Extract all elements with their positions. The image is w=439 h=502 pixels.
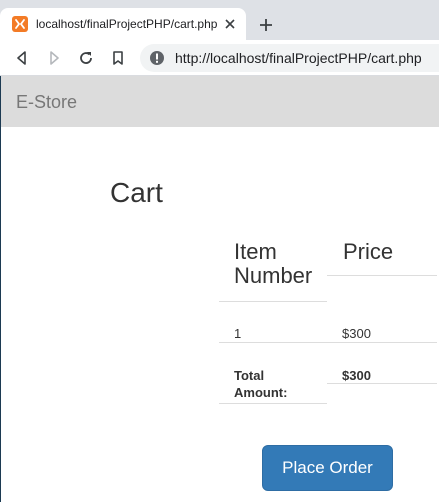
row-divider	[219, 403, 327, 404]
close-icon[interactable]	[222, 16, 238, 32]
row-divider	[327, 383, 437, 384]
browser-tab[interactable]: localhost/finalProjectPHP/cart.php	[0, 8, 246, 40]
bookmark-icon[interactable]	[106, 46, 130, 70]
item-number-cell: 1	[234, 326, 242, 341]
address-bar[interactable]: http://localhost/finalProjectPHP/cart.ph…	[140, 44, 439, 72]
plus-icon[interactable]	[254, 13, 278, 37]
price-cell: $300	[342, 326, 371, 341]
total-value: $300	[342, 368, 371, 383]
row-divider	[219, 342, 437, 343]
url-text: http://localhost/finalProjectPHP/cart.ph…	[175, 50, 422, 66]
total-label: Total Amount:	[234, 368, 288, 400]
browser-tabstrip: localhost/finalProjectPHP/cart.php	[0, 0, 439, 40]
reload-icon[interactable]	[74, 46, 98, 70]
browser-toolbar: http://localhost/finalProjectPHP/cart.ph…	[0, 40, 439, 76]
forward-arrow-icon[interactable]	[42, 46, 66, 70]
xampp-icon	[12, 16, 28, 32]
info-icon[interactable]	[149, 50, 165, 66]
brand-link[interactable]: E-Store	[16, 92, 77, 112]
header-divider	[219, 301, 327, 302]
tab-title: localhost/finalProjectPHP/cart.php	[36, 17, 218, 31]
header-divider	[327, 275, 437, 276]
back-arrow-icon[interactable]	[10, 46, 34, 70]
page-title: Cart	[110, 177, 163, 208]
place-order-button[interactable]: Place Order	[262, 445, 393, 491]
site-navbar: E-Store	[1, 76, 439, 127]
column-header-price: Price	[343, 239, 394, 264]
column-header-item-number: Item Number	[234, 239, 313, 288]
page-left-border	[0, 76, 1, 502]
